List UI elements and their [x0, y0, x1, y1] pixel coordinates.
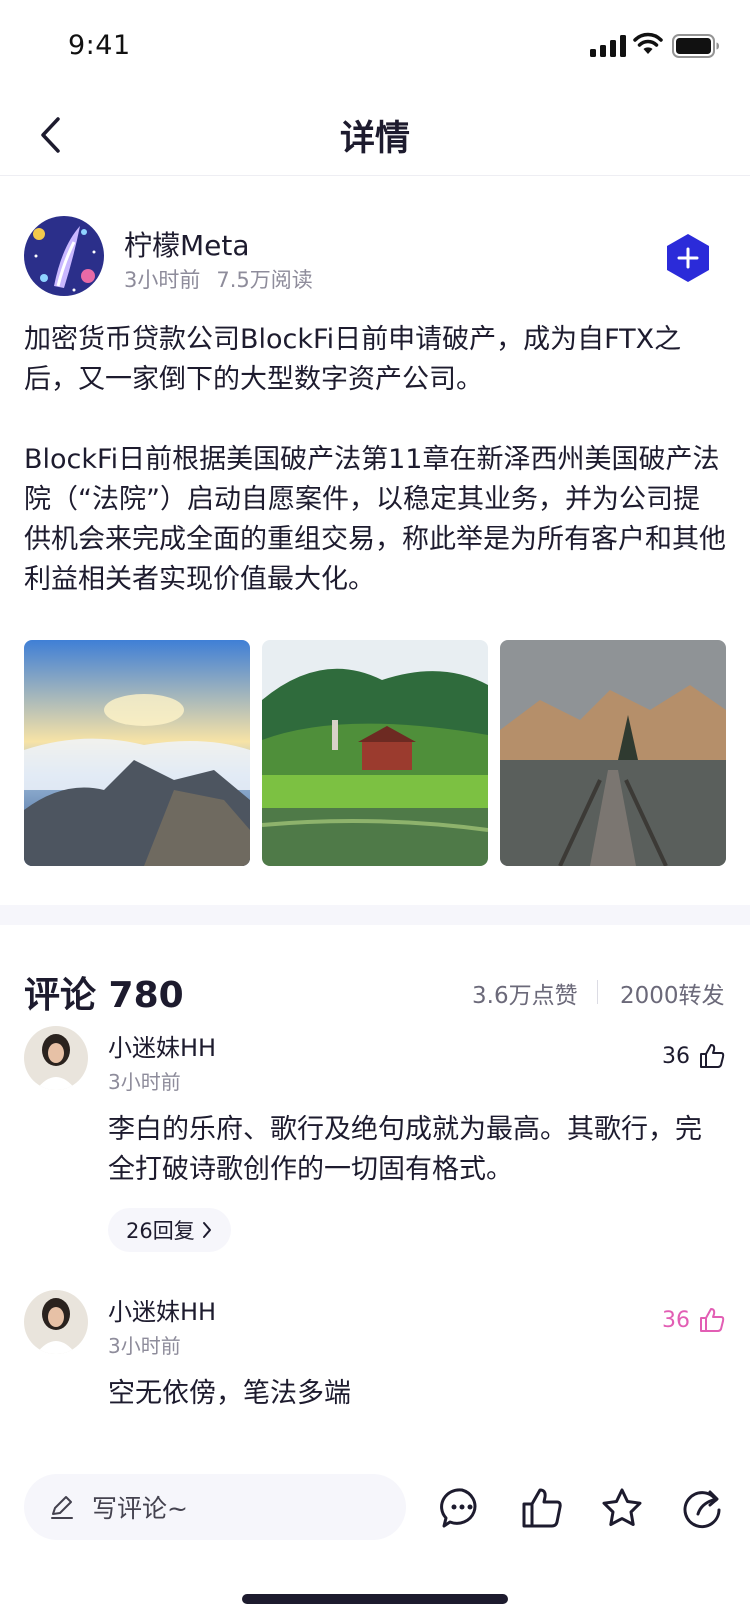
gallery-image-clouds[interactable]	[24, 640, 250, 866]
comment-time: 3小时前	[108, 1334, 181, 1358]
commenter-name[interactable]: 小迷妹HH	[108, 1292, 216, 1327]
comment-time: 3小时前	[108, 1070, 181, 1094]
comment-text: 李白的乐府、歌行及绝句成就为最高。其歌行，完全打破诗歌创作的一切固有格式。	[108, 1114, 702, 1185]
comment-input[interactable]: 写评论~	[24, 1474, 406, 1540]
comment-icon	[440, 1488, 477, 1528]
like-button[interactable]	[518, 1484, 566, 1532]
rocket-avatar-image	[24, 216, 104, 296]
shares-total: 2000转发	[620, 983, 725, 1009]
pencil-icon	[51, 1496, 73, 1519]
star-icon	[602, 1488, 642, 1526]
wifi-icon	[633, 32, 663, 54]
follow-button[interactable]	[664, 232, 712, 284]
comment-like-count: 36	[662, 1307, 690, 1333]
status-bar: 9:41	[0, 0, 750, 92]
author-name[interactable]: 柠檬Meta	[124, 224, 250, 264]
article-paragraph: BlockFi日前根据美国破产法第11章在新泽西州美国破产法院（“法院”）启动自…	[24, 444, 726, 595]
share-button[interactable]	[678, 1484, 726, 1532]
chevron-right-icon	[202, 1222, 211, 1238]
favorite-button[interactable]	[598, 1484, 646, 1532]
comments-title: 评论 780	[24, 975, 184, 1016]
signal-icon	[590, 35, 626, 57]
post-meta: 3小时前 7.5万阅读	[124, 264, 329, 294]
article-paragraph: 加密货币贷款公司BlockFi日前申请破产，成为自FTX之后，又一家倒下的大型数…	[24, 324, 682, 395]
thumbs-up-icon	[700, 1044, 725, 1068]
comment-item: 小迷妹HH 3小时前 36 空无依傍，笔法多端	[0, 1290, 750, 1440]
gallery-image-bridge[interactable]	[500, 640, 726, 866]
replies-count: 26回复	[126, 1219, 195, 1243]
share-icon	[683, 1490, 721, 1529]
home-indicator[interactable]	[242, 1594, 508, 1604]
battery-icon	[672, 34, 719, 58]
like-icon	[522, 1488, 562, 1528]
replies-button[interactable]: 26回复	[108, 1208, 231, 1252]
image-gallery	[24, 640, 726, 866]
comment-text: 空无依傍，笔法多端	[108, 1378, 351, 1409]
article-body: 加密货币贷款公司BlockFi日前申请破产，成为自FTX之后，又一家倒下的大型数…	[24, 320, 726, 640]
gallery-image-lake[interactable]	[262, 640, 488, 866]
page-title: 详情	[339, 119, 410, 159]
comment-like-count: 36	[662, 1043, 690, 1069]
status-time: 9:41	[68, 30, 131, 61]
section-divider	[0, 905, 750, 925]
nav-bar: 详情	[0, 92, 750, 176]
commenter-avatar[interactable]	[24, 1290, 88, 1354]
comment-like-button[interactable]: 36	[662, 1042, 726, 1070]
plus-icon	[667, 234, 709, 282]
commenter-name[interactable]: 小迷妹HH	[108, 1028, 216, 1063]
comment-input-placeholder: 写评论~	[92, 1494, 188, 1523]
avatar-image	[24, 1026, 88, 1090]
post-reads: 7.5万阅读	[216, 268, 313, 292]
thumbs-up-icon	[700, 1308, 725, 1332]
comment-button[interactable]	[438, 1484, 486, 1532]
commenter-avatar[interactable]	[24, 1026, 88, 1090]
stats-divider	[597, 980, 598, 1004]
author-avatar[interactable]	[24, 216, 104, 296]
comment-like-button[interactable]: 36	[662, 1306, 726, 1334]
likes-total: 3.6万点赞	[472, 983, 578, 1009]
comment-item: 小迷妹HH 3小时前 36 李白的乐府、歌行及绝句成就为最高。其歌行，完全打破诗…	[0, 1026, 750, 1266]
bottom-action-bar: 写评论~	[0, 1456, 750, 1624]
avatar-image	[24, 1290, 88, 1354]
post-time: 3小时前	[124, 268, 201, 292]
